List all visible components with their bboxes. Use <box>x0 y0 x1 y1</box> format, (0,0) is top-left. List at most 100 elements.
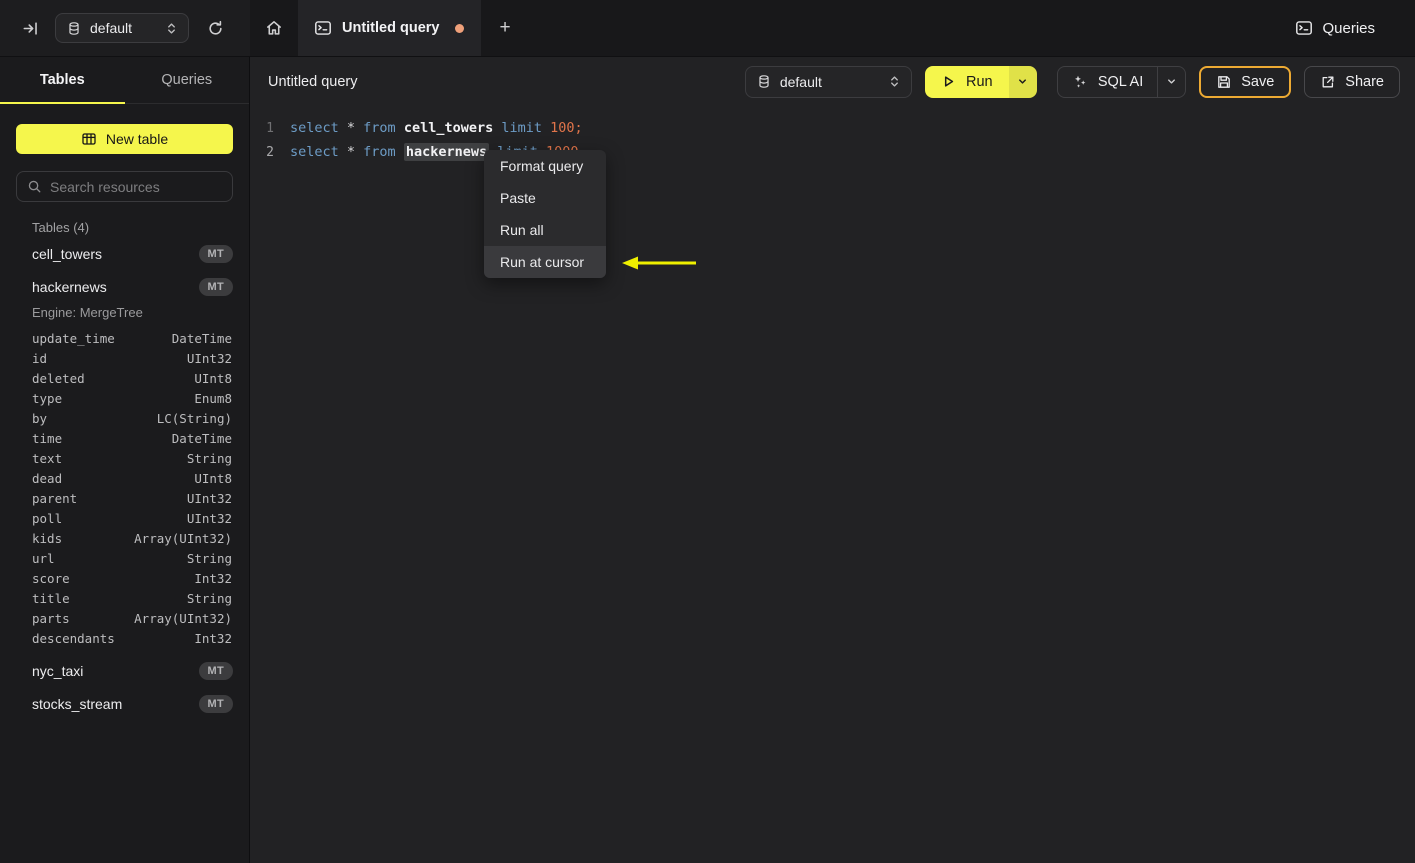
header-database-value: default <box>779 73 822 90</box>
column-type: DateTime <box>171 430 232 446</box>
editor-context-menu: Format query Paste Run all Run at cursor <box>484 150 606 278</box>
table-grid-icon <box>81 131 97 147</box>
column-row[interactable]: update_time DateTime <box>0 328 249 348</box>
external-link-icon <box>1320 74 1336 90</box>
home-icon <box>265 19 283 37</box>
column-row[interactable]: kids Array(UInt32) <box>0 528 249 548</box>
column-name: score <box>32 570 70 586</box>
column-row[interactable]: by LC(String) <box>0 408 249 428</box>
column-name: kids <box>32 530 63 546</box>
refresh-button[interactable] <box>201 14 230 43</box>
table-group: stocks_stream MT <box>0 687 249 720</box>
search-icon <box>27 179 42 194</box>
refresh-icon <box>207 20 224 37</box>
column-row[interactable]: score Int32 <box>0 568 249 588</box>
collapse-sidebar-button[interactable] <box>16 14 45 43</box>
column-row[interactable]: descendants Int32 <box>0 628 249 648</box>
queries-button-label: Queries <box>1322 19 1375 37</box>
code-token: select <box>290 120 347 136</box>
run-split-button: Run <box>924 65 1037 98</box>
table-group: cell_towers MT <box>0 237 249 270</box>
unsaved-changes-dot <box>455 23 465 33</box>
column-name: descendants <box>32 630 115 646</box>
table-row[interactable]: nyc_taxi MT <box>0 654 249 687</box>
tables-section-label: Tables (4) <box>32 220 90 235</box>
column-row[interactable]: deleted UInt8 <box>0 368 249 388</box>
column-row[interactable]: poll UInt32 <box>0 508 249 528</box>
table-name: hackernews <box>32 278 107 295</box>
new-tab-button[interactable]: + <box>481 0 529 56</box>
editor-code-line[interactable]: 1 select * from cell_towers limit 100; <box>250 116 1415 140</box>
sidebar-tabs: Tables Queries <box>0 57 249 104</box>
column-row[interactable]: dead UInt8 <box>0 468 249 488</box>
column-type: String <box>186 590 232 606</box>
code-token: from <box>363 144 404 160</box>
tab-untitled-query[interactable]: Untitled query <box>298 0 481 56</box>
table-group: nyc_taxi MT <box>0 654 249 687</box>
column-type: DateTime <box>171 330 232 346</box>
top-bar-left: default <box>0 0 250 56</box>
new-table-button[interactable]: New table <box>16 124 233 154</box>
code-token: from <box>363 120 404 136</box>
column-type: UInt32 <box>186 490 232 506</box>
column-type: Int32 <box>194 630 232 646</box>
save-button[interactable]: Save <box>1199 65 1292 98</box>
run-dropdown-button[interactable] <box>1008 65 1037 98</box>
column-name: text <box>32 450 63 466</box>
engine-badge: MT <box>198 277 233 296</box>
terminal-icon <box>314 19 332 37</box>
column-row[interactable]: text String <box>0 448 249 468</box>
context-menu-item[interactable]: Run all <box>484 214 606 246</box>
sql-editor[interactable]: 1 select * from cell_towers limit 100; 2… <box>250 106 1415 863</box>
run-button[interactable]: Run <box>924 65 1009 98</box>
home-tab[interactable] <box>250 0 298 56</box>
share-button[interactable]: Share <box>1304 65 1400 98</box>
sidebar-tab-queries[interactable]: Queries <box>125 57 250 103</box>
table-row[interactable]: hackernews MT <box>0 270 249 303</box>
queries-button[interactable]: Queries <box>1295 19 1375 37</box>
columns-list: update_time DateTime id UInt32 deleted U… <box>0 326 249 654</box>
column-type: Array(UInt32) <box>134 530 232 546</box>
query-title: Untitled query <box>268 73 358 90</box>
search-input[interactable] <box>50 178 222 195</box>
column-row[interactable]: parts Array(UInt32) <box>0 608 249 628</box>
code-token: select <box>290 144 347 160</box>
table-row[interactable]: cell_towers MT <box>0 237 249 270</box>
header-database-selector[interactable]: default <box>744 65 912 98</box>
up-down-chevrons-icon <box>166 22 177 35</box>
column-row[interactable]: time DateTime <box>0 428 249 448</box>
column-name: type <box>32 390 63 406</box>
code-token: limit <box>501 120 551 136</box>
context-menu-item[interactable]: Run at cursor <box>484 246 606 278</box>
chevron-down-icon <box>1017 76 1028 87</box>
save-button-label: Save <box>1241 73 1275 90</box>
editor-code-line[interactable]: 2 select * from hackernews limit 1000 <box>250 140 1415 164</box>
topbar-database-selector[interactable]: default <box>55 13 189 43</box>
column-row[interactable]: id UInt32 <box>0 348 249 368</box>
column-name: url <box>32 550 55 566</box>
context-menu-item[interactable]: Format query <box>484 150 606 182</box>
context-menu-item[interactable]: Paste <box>484 182 606 214</box>
code-token: cell_towers <box>403 120 494 136</box>
sql-ai-dropdown-button[interactable] <box>1157 66 1185 97</box>
column-row[interactable]: title String <box>0 588 249 608</box>
column-row[interactable]: type Enum8 <box>0 388 249 408</box>
column-row[interactable]: url String <box>0 548 249 568</box>
sidebar: Tables Queries New table Tables (4) <box>0 57 250 863</box>
column-row[interactable]: parent UInt32 <box>0 488 249 508</box>
sql-ai-button[interactable]: SQL AI <box>1058 67 1157 97</box>
database-icon <box>757 74 771 89</box>
up-down-chevrons-icon <box>889 75 900 88</box>
tab-label: Untitled query <box>342 20 440 36</box>
collapse-sidebar-icon <box>22 20 39 37</box>
table-row[interactable]: stocks_stream MT <box>0 687 249 720</box>
column-name: dead <box>32 470 63 486</box>
sidebar-tab-tables[interactable]: Tables <box>0 57 125 104</box>
column-name: id <box>32 350 48 366</box>
new-table-label: New table <box>105 131 169 147</box>
tables-list: Tables (4) cell_towers MT hackernews MT … <box>0 202 249 863</box>
line-number: 2 <box>266 144 274 160</box>
sql-ai-label: SQL AI <box>1097 73 1144 90</box>
column-type: UInt8 <box>194 470 232 486</box>
column-name: by <box>32 410 48 426</box>
